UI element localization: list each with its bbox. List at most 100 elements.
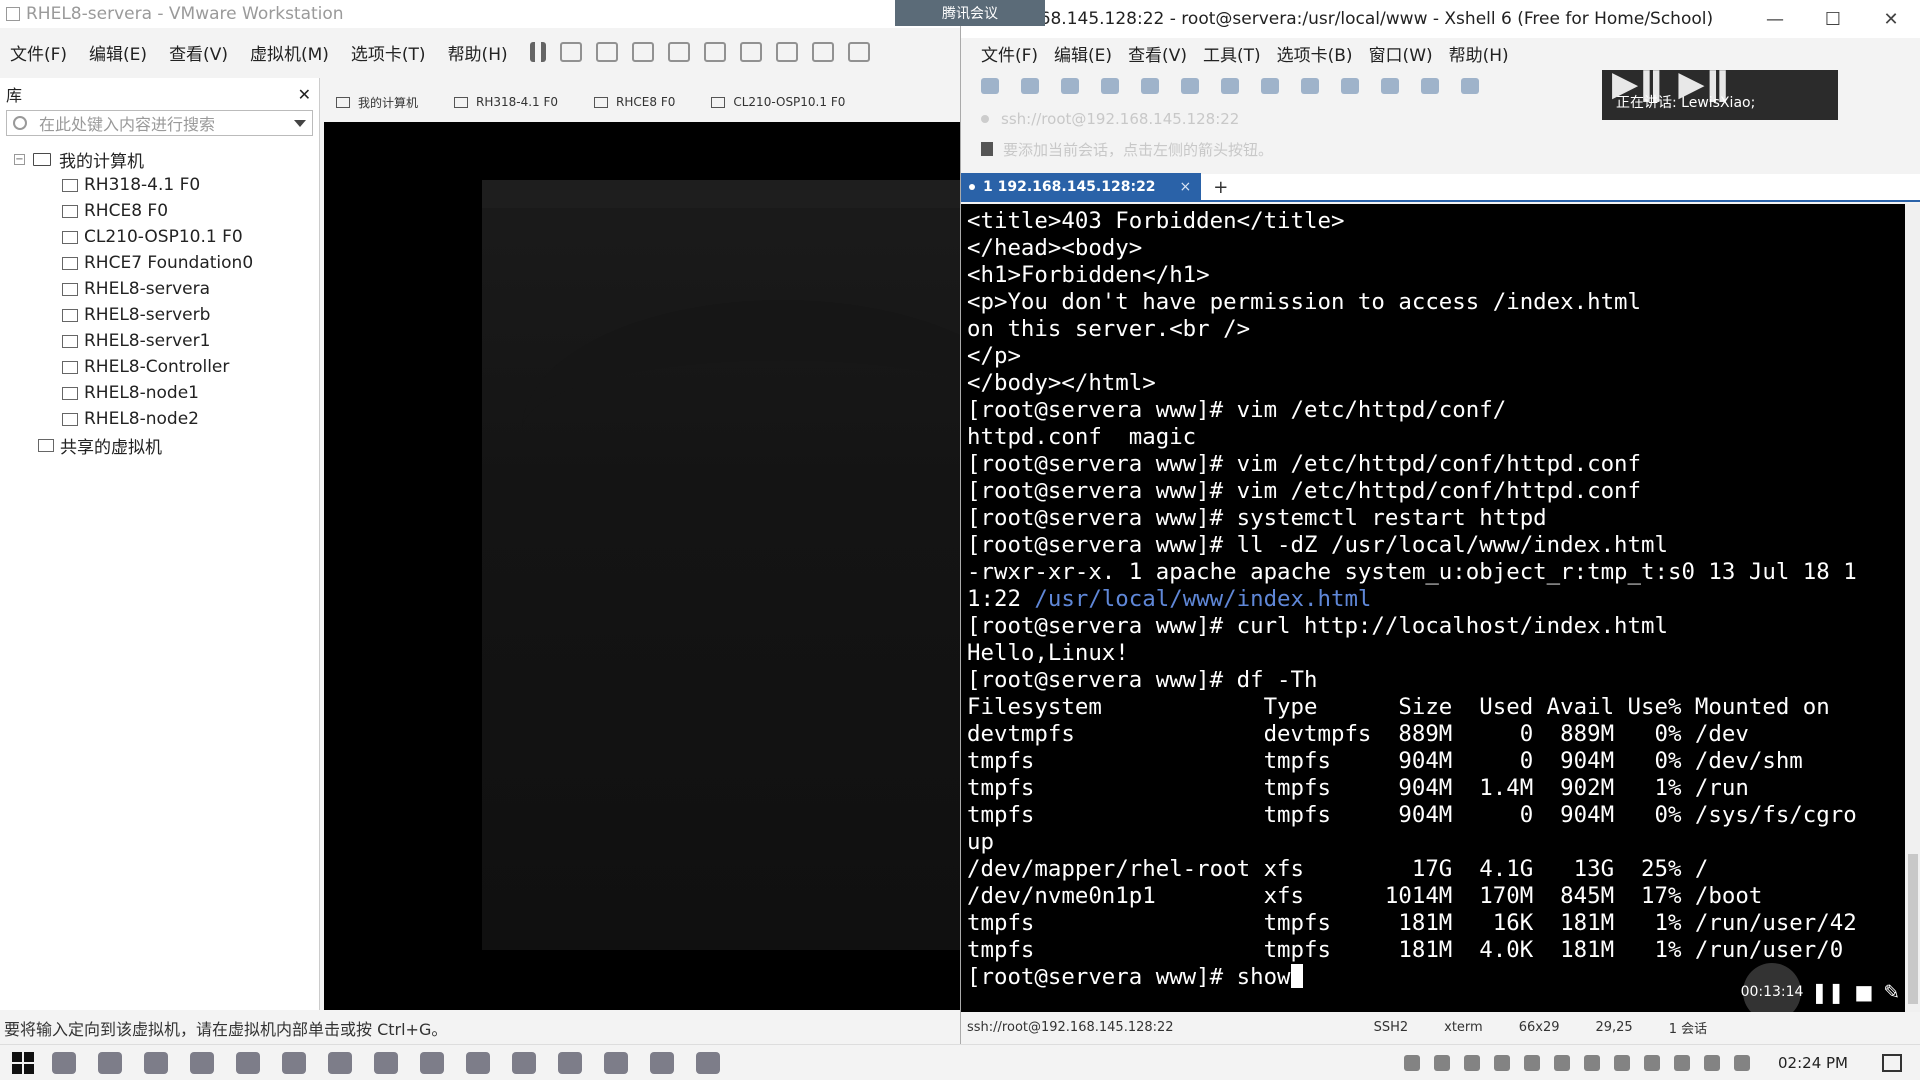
tree-item-vm[interactable]: RHCE8 F0: [0, 198, 319, 224]
tray-app-icon[interactable]: [1524, 1054, 1541, 1071]
tree-item-shared-vms[interactable]: 共享的虚拟机: [0, 432, 319, 458]
pause-icon[interactable]: [529, 42, 546, 62]
xshell-menu-window[interactable]: 窗口(W): [1369, 41, 1433, 66]
tree-item-vm[interactable]: RHEL8-Controller: [0, 354, 319, 380]
chevron-down-icon[interactable]: [294, 119, 306, 127]
vmware-menu-view[interactable]: 查看(V): [169, 40, 228, 65]
app-icon[interactable]: [650, 1051, 674, 1074]
terminal-output[interactable]: <title>403 Forbidden</title> </head><body…: [961, 204, 1905, 1012]
taskbar-clock[interactable]: 02:24 PM: [1778, 1054, 1848, 1072]
volume-icon[interactable]: [1674, 1054, 1691, 1071]
vmware-taskbar-icon[interactable]: [420, 1051, 444, 1074]
xshell-menu-file[interactable]: 文件(F): [981, 41, 1038, 66]
tab-cl210[interactable]: CL210-OSP10.1 F0: [711, 95, 845, 109]
vm-console-view[interactable]: [324, 122, 1042, 1010]
close-icon[interactable]: ✕: [1862, 9, 1920, 30]
xftp-icon[interactable]: [1301, 78, 1319, 94]
tray-app-icon[interactable]: [1734, 1054, 1751, 1071]
keyboard-icon[interactable]: [1461, 78, 1479, 94]
tree-item-my-computer[interactable]: − 我的计算机: [0, 146, 319, 172]
tab-rh318[interactable]: RH318-4.1 F0: [454, 95, 558, 109]
snapshot-manager-icon[interactable]: [667, 42, 690, 62]
vmware-menu-help[interactable]: 帮助(H): [448, 40, 508, 65]
tree-item-vm[interactable]: RH318-4.1 F0: [0, 172, 319, 198]
send-ctrl-alt-del-icon[interactable]: [559, 42, 582, 62]
tree-item-vm[interactable]: RHCE7 Foundation0: [0, 250, 319, 276]
maximize-icon[interactable]: ☐: [1804, 9, 1862, 30]
collapse-icon[interactable]: −: [14, 153, 25, 165]
vmware-menu-tabs[interactable]: 选项卡(T): [351, 40, 426, 65]
tab-session-1[interactable]: 1 192.168.145.128:22 ×: [961, 173, 1202, 201]
app-icon[interactable]: [512, 1051, 536, 1074]
tree-item-vm[interactable]: RHEL8-node2: [0, 406, 319, 432]
lock-icon[interactable]: [1421, 78, 1439, 94]
start-icon[interactable]: [12, 1051, 34, 1074]
snapshot-restore-icon[interactable]: [631, 42, 654, 62]
add-tab-icon[interactable]: +: [1213, 177, 1228, 198]
xshell-menu-help[interactable]: 帮助(H): [1449, 41, 1509, 66]
edge-icon[interactable]: [236, 1051, 260, 1074]
terminal-scrollbar[interactable]: [1905, 204, 1920, 1012]
vmware-menu-file[interactable]: 文件(F): [10, 40, 67, 65]
find-icon[interactable]: [1141, 78, 1159, 94]
link-icon[interactable]: [1061, 78, 1079, 94]
fullscreen-icon[interactable]: [1381, 78, 1399, 94]
font-icon[interactable]: [1261, 78, 1279, 94]
fullscreen-icon[interactable]: [775, 42, 798, 62]
image-viewer-icon[interactable]: [696, 1051, 720, 1074]
tree-item-vm[interactable]: CL210-OSP10.1 F0: [0, 224, 319, 250]
store-icon[interactable]: [144, 1051, 168, 1074]
bookmark-icon[interactable]: [981, 142, 993, 156]
xshell-menu-tabs[interactable]: 选项卡(B): [1277, 41, 1353, 66]
vm-screen[interactable]: [482, 180, 1042, 950]
task-view-icon[interactable]: [52, 1051, 76, 1074]
xshell-menu-tools[interactable]: 工具(T): [1203, 41, 1261, 66]
input-method-icon[interactable]: [1704, 1054, 1721, 1071]
tray-app-icon[interactable]: [1494, 1054, 1511, 1071]
browser-icon[interactable]: [190, 1051, 214, 1074]
properties-icon[interactable]: [1101, 78, 1119, 94]
pen-icon[interactable]: ✎: [1883, 980, 1900, 1004]
tab-my-computer[interactable]: 我的计算机: [336, 94, 418, 111]
tree-item-vm[interactable]: RHEL8-servera: [0, 276, 319, 302]
show-library-icon[interactable]: [703, 42, 726, 62]
notification-icon[interactable]: [1882, 1053, 1902, 1072]
color-scheme-icon[interactable]: [1221, 78, 1239, 94]
tab-rhce8[interactable]: RHCE8 F0: [594, 95, 675, 109]
compose-icon[interactable]: [1341, 78, 1359, 94]
app-icon[interactable]: [282, 1051, 306, 1074]
tray-app-icon[interactable]: [1464, 1054, 1481, 1071]
transfer-icon[interactable]: [1181, 78, 1199, 94]
open-folder-icon[interactable]: [1021, 78, 1039, 94]
tray-app-icon[interactable]: [1554, 1054, 1571, 1071]
app-icon[interactable]: [374, 1051, 398, 1074]
app-icon[interactable]: [558, 1051, 582, 1074]
microphone-icon[interactable]: [1584, 1054, 1601, 1071]
xshell-menu-view[interactable]: 查看(V): [1128, 41, 1187, 66]
stop-icon[interactable]: ■: [1855, 980, 1874, 1004]
tree-item-vm[interactable]: RHEL8-serverb: [0, 302, 319, 328]
close-icon[interactable]: ×: [1180, 179, 1192, 195]
xshell-menu-edit[interactable]: 编辑(E): [1054, 41, 1112, 66]
file-explorer-icon[interactable]: [98, 1051, 122, 1074]
library-search-input[interactable]: 在此处键入内容进行搜索: [6, 110, 313, 136]
tencent-meeting-tab[interactable]: 腾讯会议: [895, 0, 1045, 26]
unity-icon[interactable]: [811, 42, 834, 62]
minimize-icon[interactable]: —: [1746, 9, 1804, 30]
battery-icon[interactable]: [1614, 1054, 1631, 1071]
close-icon[interactable]: ✕: [298, 85, 311, 104]
help-icon[interactable]: [1404, 1054, 1421, 1071]
vmware-menu-vm[interactable]: 虚拟机(M): [250, 40, 329, 65]
app-icon[interactable]: [466, 1051, 490, 1074]
console-view-icon[interactable]: [847, 42, 870, 62]
chevron-up-icon[interactable]: [1434, 1054, 1451, 1071]
thumbnail-bar-icon[interactable]: [739, 42, 762, 62]
pause-icon[interactable]: ❚❚: [1811, 980, 1845, 1004]
app-icon[interactable]: [328, 1051, 352, 1074]
tree-item-vm[interactable]: RHEL8-node1: [0, 380, 319, 406]
app-icon[interactable]: [604, 1051, 628, 1074]
new-session-icon[interactable]: [981, 78, 999, 94]
vmware-menu-edit[interactable]: 编辑(E): [89, 40, 147, 65]
snapshot-icon[interactable]: [595, 42, 618, 62]
tree-item-vm[interactable]: RHEL8-server1: [0, 328, 319, 354]
